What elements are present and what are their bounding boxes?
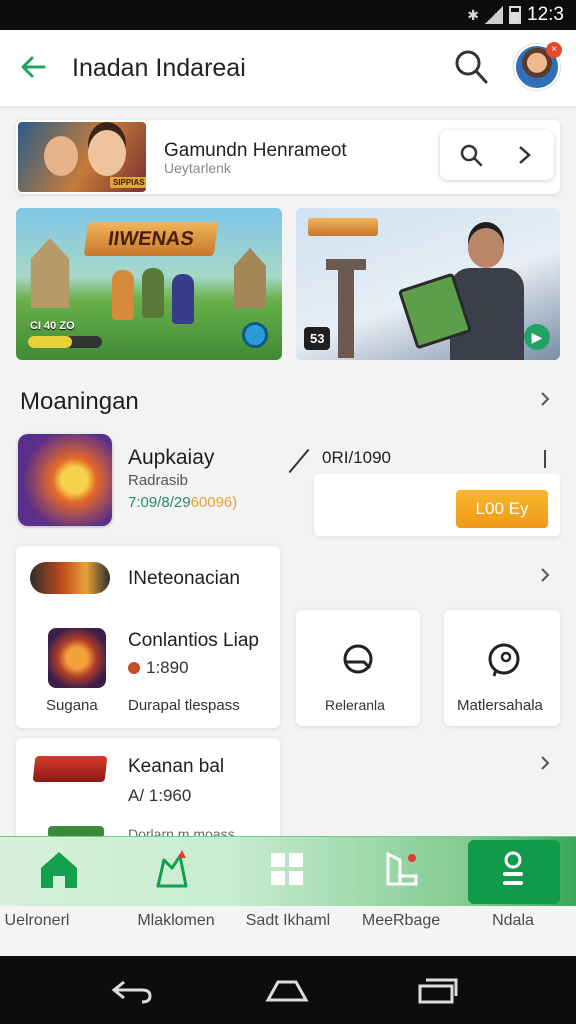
- avatar-badge: ×: [546, 42, 562, 58]
- grid-icon: [271, 853, 303, 885]
- avatar[interactable]: ×: [514, 42, 562, 90]
- signal-icon: [485, 6, 504, 24]
- game-value-text: 1:890: [146, 658, 189, 677]
- chevron-right-icon[interactable]: [536, 390, 554, 408]
- app-list-item[interactable]: Aupkaiay Radrasib 7:09/8/2960096) 0RI/10…: [16, 430, 560, 536]
- bottom-navigation: Uelronerl Mlaklomen Sadt Ikhaml MeeRbage…: [0, 836, 576, 956]
- game-label-left: Sugana: [46, 697, 98, 714]
- featured-card[interactable]: SIPPIAS Gamundn Henrameot Ueytarlenk: [16, 120, 560, 194]
- play-icon[interactable]: ▶: [524, 324, 550, 350]
- banner-stat-label: CI 40 ZO: [30, 320, 75, 332]
- status-time: 12:3: [527, 4, 564, 25]
- collection-logo: [32, 756, 108, 782]
- app-meta-prefix: 7:09/8/29: [128, 494, 191, 511]
- search-icon[interactable]: [458, 142, 484, 168]
- character-head: [468, 228, 504, 268]
- coin-icon: [128, 662, 140, 674]
- nav-item-tools[interactable]: [354, 836, 450, 906]
- progress-bar: [28, 336, 102, 348]
- collection-title: Keanan bal: [128, 756, 225, 777]
- helmet-icon: [343, 644, 373, 674]
- game-banner-right[interactable]: 53 ▶: [296, 208, 560, 360]
- tools-icon: [386, 851, 418, 886]
- app-count: 0RI/1090: [322, 448, 391, 467]
- divider: [544, 450, 546, 468]
- game-label-right: Durapal tlespass: [128, 697, 240, 714]
- featured-title: Gamundn Henrameot: [164, 140, 347, 161]
- app-icon: [18, 434, 112, 526]
- nav-item-map[interactable]: [126, 836, 222, 906]
- install-button[interactable]: L00 Ey: [456, 490, 548, 528]
- app-name: Aupkaiay: [128, 446, 215, 469]
- game-banner-left[interactable]: IIWENAS CI 40 ZO: [16, 208, 282, 360]
- app-bar: Inadan Indareai ×: [0, 30, 576, 106]
- back-arrow-icon[interactable]: [18, 52, 48, 82]
- nav-label-tools: MeeRbage: [361, 912, 441, 929]
- tower-decoration: [326, 259, 366, 358]
- recent-apps-icon[interactable]: [414, 974, 460, 1006]
- chat-bubble-icon: [488, 643, 520, 677]
- chevron-right-icon[interactable]: [536, 754, 554, 772]
- character-face: [44, 136, 78, 176]
- hero-figure: [172, 274, 194, 324]
- section-title: Moaningan: [20, 388, 139, 415]
- featured-actions: [440, 130, 554, 180]
- collection-title: INeteonacian: [128, 568, 240, 589]
- collection-partial: Dorlarn m moass: [128, 826, 235, 836]
- status-icons: ✱ 12:3: [467, 4, 564, 26]
- shortcut-label: Releranla: [325, 697, 385, 713]
- search-icon[interactable]: [452, 48, 490, 86]
- bluetooth-icon: ✱: [467, 6, 480, 23]
- nav-label-profile: Ndala: [492, 912, 534, 929]
- chevron-right-icon[interactable]: [512, 142, 538, 168]
- game-title: Conlantios Liap: [128, 630, 259, 651]
- nav-label-home: Uelronerl: [4, 912, 70, 929]
- divider: [288, 448, 310, 474]
- home-icon: [41, 852, 77, 888]
- app-meta: 7:09/8/2960096): [128, 494, 237, 511]
- map-pin-icon: [156, 850, 188, 888]
- shortcut-label: Matlersahala: [457, 697, 543, 714]
- collection-logo: [30, 562, 110, 594]
- status-bar: ✱ 12:3: [0, 0, 576, 30]
- home-button-icon[interactable]: [264, 974, 310, 1006]
- page-title: Inadan Indareai: [72, 54, 246, 82]
- back-icon[interactable]: [108, 974, 154, 1006]
- game-logo: [308, 218, 378, 236]
- progress-fill: [28, 336, 73, 348]
- thumbnail-tag: SIPPIAS: [110, 177, 146, 188]
- hero-figure: [142, 268, 164, 318]
- featured-subtitle: Ueytarlenk: [164, 160, 231, 176]
- character-face: [88, 130, 126, 176]
- nav-item-grid[interactable]: [240, 836, 336, 906]
- collection-value: A/ 1:960: [128, 786, 192, 805]
- nav-item-profile[interactable]: [466, 836, 562, 906]
- nav-item-home[interactable]: [12, 836, 108, 906]
- nav-label-grid: Sadt Ikhaml: [245, 912, 331, 929]
- chevron-right-icon[interactable]: [536, 566, 554, 584]
- battery-icon: [509, 6, 522, 24]
- action-orb-icon[interactable]: [242, 322, 268, 348]
- temple-decoration: [234, 248, 266, 308]
- hero-figure: [112, 270, 134, 320]
- featured-thumbnail: SIPPIAS: [18, 122, 146, 192]
- app-category: Radrasib: [128, 472, 189, 489]
- game-logo: IIWENAS: [83, 222, 219, 256]
- app-meta-highlight: 60096): [190, 494, 238, 511]
- game-value: 1:890: [128, 658, 189, 678]
- profile-icon: [503, 851, 523, 885]
- game-icon: [48, 628, 106, 688]
- temple-decoration: [30, 238, 70, 308]
- system-navigation-bar: [0, 956, 576, 1024]
- banner-badge: 53: [304, 327, 331, 350]
- nav-label-map: Mlaklomen: [137, 912, 215, 929]
